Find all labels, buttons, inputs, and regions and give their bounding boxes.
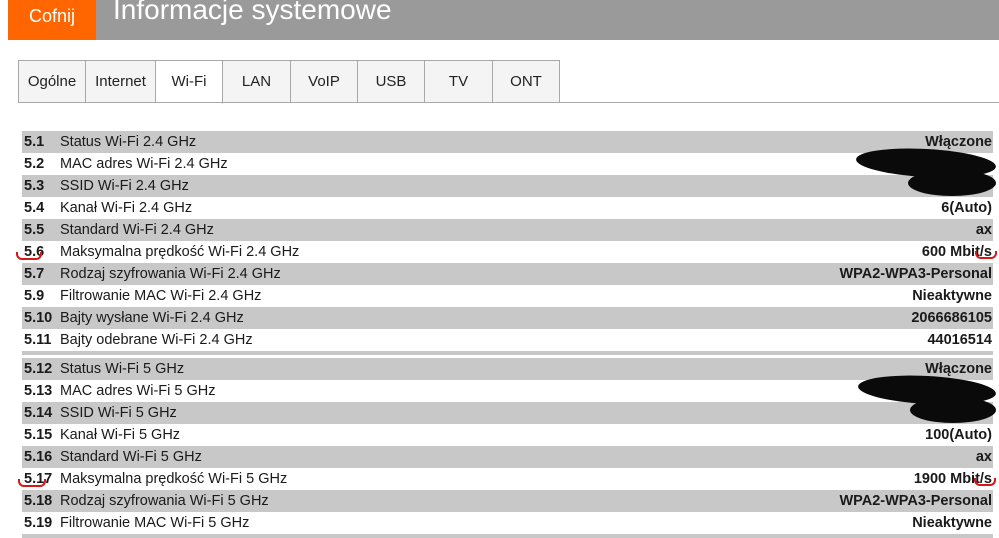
row-value: 44016514	[927, 332, 992, 348]
row-label: Filtrowanie MAC Wi-Fi 5 GHz	[60, 515, 250, 531]
wifi-5-table: 5.12 Status Wi-Fi 5 GHz Włączone 5.13 MAC ad…	[22, 358, 993, 534]
row-label: Standard Wi-Fi 5 GHz	[60, 449, 202, 465]
back-button[interactable]: Cofnij	[8, 0, 96, 40]
row-value: ax	[975, 222, 992, 238]
table-row: 5.15 Kanał Wi-Fi 5 GHz 100(Auto)	[22, 424, 993, 446]
row-label: Status Wi-Fi 5 GHz	[60, 361, 185, 377]
row-label: Kanał Wi-Fi 5 GHz	[60, 427, 181, 443]
row-number: 5.14	[24, 405, 53, 421]
table-row: 5.6 Maksymalna prędkość Wi-Fi 2.4 GHz 600 …	[22, 241, 993, 263]
row-value: Włączone	[925, 134, 992, 150]
row-number: 5.4	[24, 200, 45, 216]
row-label: MAC adres Wi-Fi 5 GHz	[60, 383, 216, 399]
tab-divider	[18, 102, 999, 103]
row-number: 5.18	[24, 493, 53, 509]
row-value: Nieaktywne	[912, 515, 992, 531]
table-row: 5.16 Standard Wi-Fi 5 GHz ax	[22, 446, 993, 468]
annotation-underline	[16, 252, 42, 260]
table-row: 5.7 Rodzaj szyfrowania Wi-Fi 2.4 GHz WPA2-…	[22, 263, 993, 285]
row-label: Maksymalna prędkość Wi-Fi 2.4 GHz	[60, 244, 300, 260]
tab-voip[interactable]: VoIP	[291, 60, 358, 103]
row-number: 5.1	[24, 134, 45, 150]
row-number: 5.3	[24, 178, 45, 194]
table-row: 5.14 SSID Wi-Fi 5 GHz	[22, 402, 993, 424]
table-row: 5.4 Kanał Wi-Fi 2.4 GHz 6(Auto)	[22, 197, 993, 219]
annotation-underline	[18, 479, 46, 487]
row-label: Bajty wysłane Wi-Fi 2.4 GHz	[60, 310, 244, 326]
tab-ont[interactable]: ONT	[493, 60, 560, 103]
table-row: 5.18 Rodzaj szyfrowania Wi-Fi 5 GHz WPA2-W…	[22, 490, 993, 512]
row-value: ax	[975, 449, 992, 465]
tab-internet[interactable]: Internet	[86, 60, 156, 103]
tab-ogolne[interactable]: Ogólne	[18, 60, 86, 103]
row-number: 5.2	[24, 156, 45, 172]
row-value: 2066686105	[911, 310, 992, 326]
section-divider	[22, 534, 993, 538]
tab-tv[interactable]: TV	[425, 60, 493, 103]
table-row: 5.5 Standard Wi-Fi 2.4 GHz ax	[22, 219, 993, 241]
table-row: 5.1 Status Wi-Fi 2.4 GHz Włączone	[22, 131, 993, 153]
header-bar: Cofnij Informacje systemowe	[8, 0, 999, 40]
table-row: 5.19 Filtrowanie MAC Wi-Fi 5 GHz Nieaktywn…	[22, 512, 993, 534]
row-number: 5.15	[24, 427, 53, 443]
row-number: 5.5	[24, 222, 45, 238]
tab-wifi[interactable]: Wi-Fi	[156, 60, 223, 104]
row-number: 5.11	[24, 332, 52, 348]
row-label: Rodzaj szyfrowania Wi-Fi 5 GHz	[60, 493, 269, 509]
row-label: Filtrowanie MAC Wi-Fi 2.4 GHz	[60, 288, 262, 304]
page-title: Informacje systemowe	[113, 0, 392, 25]
row-number: 5.13	[24, 383, 53, 399]
row-number: 5.9	[24, 288, 45, 304]
row-label: Standard Wi-Fi 2.4 GHz	[60, 222, 214, 238]
redaction-mark	[908, 170, 996, 196]
tab-lan[interactable]: LAN	[223, 60, 291, 103]
table-row: 5.3 SSID Wi-Fi 2.4 GHz	[22, 175, 993, 197]
row-number: 5.10	[24, 310, 53, 326]
tab-bar: Ogólne Internet Wi-Fi LAN VoIP USB TV ON…	[18, 60, 560, 104]
row-label: Status Wi-Fi 2.4 GHz	[60, 134, 197, 150]
row-label: SSID Wi-Fi 2.4 GHz	[60, 178, 189, 194]
row-number: 5.7	[24, 266, 45, 282]
section-divider	[22, 351, 993, 355]
row-number: 5.16	[24, 449, 53, 465]
row-label: Maksymalna prędkość Wi-Fi 5 GHz	[60, 471, 288, 487]
table-row: 5.11 Bajty odebrane Wi-Fi 2.4 GHz 44016514	[22, 329, 993, 351]
row-label: MAC adres Wi-Fi 2.4 GHz	[60, 156, 228, 172]
table-row: 5.10 Bajty wysłane Wi-Fi 2.4 GHz 206668610…	[22, 307, 993, 329]
row-value: WPA2-WPA3-Personal	[839, 266, 992, 282]
table-row: 5.2 MAC adres Wi-Fi 2.4 GHz	[22, 153, 993, 175]
row-label: Rodzaj szyfrowania Wi-Fi 2.4 GHz	[60, 266, 281, 282]
tab-usb[interactable]: USB	[358, 60, 425, 103]
annotation-underline	[975, 251, 997, 259]
table-row: 5.17 Maksymalna prędkość Wi-Fi 5 GHz 1900 …	[22, 468, 993, 490]
row-value: Nieaktywne	[912, 288, 992, 304]
redaction-mark	[910, 397, 996, 423]
row-value: 100(Auto)	[925, 427, 992, 443]
row-value: Włączone	[925, 361, 992, 377]
wifi-24-table: 5.1 Status Wi-Fi 2.4 GHz Włączone 5.2 MAC ad…	[22, 131, 993, 351]
row-label: Kanał Wi-Fi 2.4 GHz	[60, 200, 193, 216]
annotation-underline	[974, 478, 996, 486]
row-label: SSID Wi-Fi 5 GHz	[60, 405, 177, 421]
row-label: Bajty odebrane Wi-Fi 2.4 GHz	[60, 332, 253, 348]
table-row: 5.9 Filtrowanie MAC Wi-Fi 2.4 GHz Nieaktyw…	[22, 285, 993, 307]
table-row: 5.12 Status Wi-Fi 5 GHz Włączone	[22, 358, 993, 380]
row-value: WPA2-WPA3-Personal	[839, 493, 992, 509]
row-number: 5.19	[24, 515, 53, 531]
row-number: 5.12	[24, 361, 53, 377]
table-row: 5.13 MAC adres Wi-Fi 5 GHz	[22, 380, 993, 402]
row-value: 6(Auto)	[941, 200, 992, 216]
